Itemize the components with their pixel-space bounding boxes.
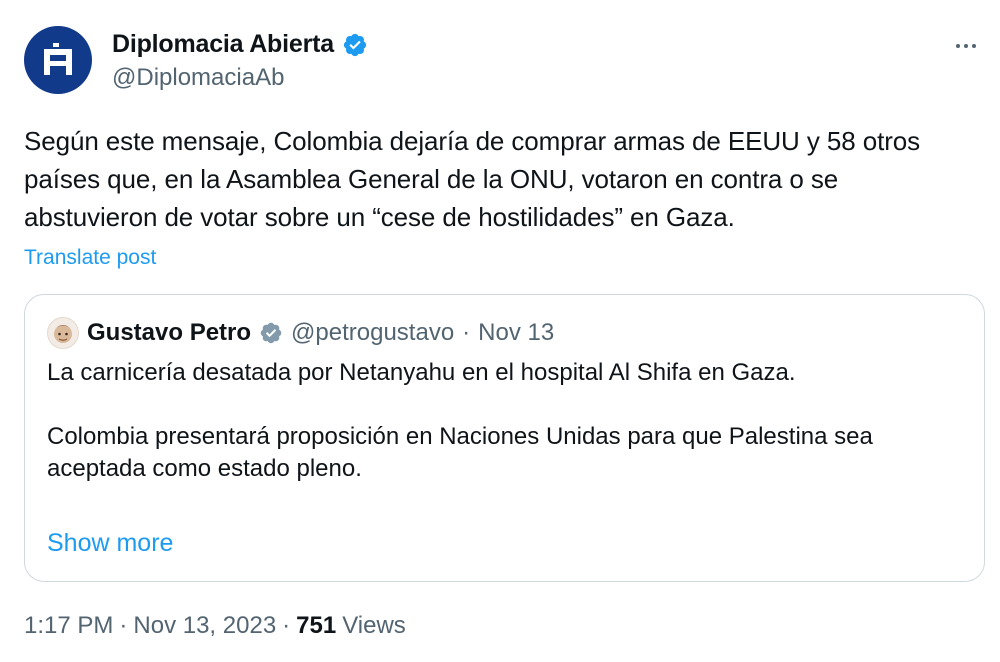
post-metadata: 1:17 PM · Nov 13, 2023 · 751 Views bbox=[24, 612, 406, 640]
quoted-post[interactable]: Gustavo Petro @petrogustavo · Nov 13 La … bbox=[24, 294, 985, 582]
verified-badge-icon bbox=[343, 33, 367, 56]
quoted-text: La carnicería desatada por Netanyahu en … bbox=[47, 357, 967, 485]
author-display-name[interactable]: Diplomacia Abierta bbox=[112, 30, 334, 59]
face-avatar-icon bbox=[54, 325, 72, 343]
quoted-author-avatar bbox=[47, 317, 79, 349]
meta-separator: · bbox=[282, 612, 291, 639]
meta-separator: · bbox=[119, 612, 128, 639]
show-more-link[interactable]: Show more bbox=[47, 529, 173, 558]
author-handle[interactable]: @DiplomaciaAb bbox=[112, 64, 284, 92]
ellipsis-icon bbox=[956, 44, 960, 48]
quoted-date: Nov 13 bbox=[478, 319, 555, 346]
quoted-display-name: Gustavo Petro bbox=[87, 319, 252, 346]
quoted-paragraph-2: Colombia presentará proposición en Nacio… bbox=[47, 423, 873, 482]
author-avatar[interactable] bbox=[24, 26, 92, 94]
post-text: Según este mensaje, Colombia dejaría de … bbox=[24, 126, 921, 232]
views-label: Views bbox=[342, 612, 406, 639]
quoted-paragraph-1: La carnicería desatada por Netanyahu en … bbox=[47, 359, 796, 386]
quoted-handle: @petrogustavo bbox=[291, 319, 455, 346]
more-options-button[interactable] bbox=[950, 34, 982, 58]
quoted-separator: · bbox=[462, 319, 471, 346]
translate-post-link[interactable]: Translate post bbox=[24, 246, 156, 270]
post-date[interactable]: Nov 13, 2023 bbox=[133, 612, 276, 640]
building-logo-icon bbox=[44, 43, 72, 75]
views-count: 751 bbox=[296, 612, 337, 639]
gray-verified-badge-icon bbox=[260, 322, 282, 344]
post-time[interactable]: 1:17 PM bbox=[24, 612, 113, 640]
